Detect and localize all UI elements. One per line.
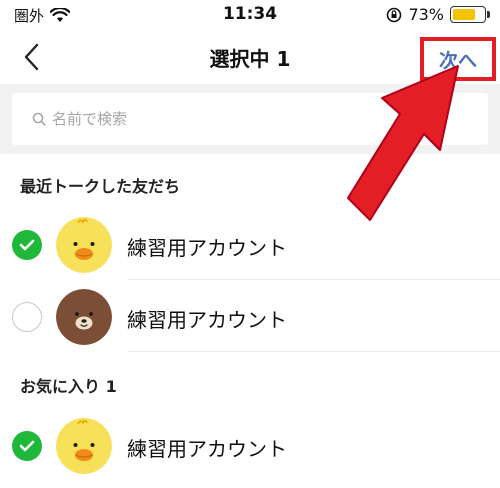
status-right: 73% [386, 5, 490, 24]
checked-icon[interactable] [12, 431, 42, 461]
section-header-favorites: お気に入り 1 [20, 377, 117, 396]
friend-name: 練習用アカウント [127, 437, 287, 461]
friend-name: 練習用アカウント [127, 236, 287, 260]
battery-icon [450, 6, 490, 23]
sally-chick-avatar [56, 217, 112, 273]
battery-fill [453, 9, 475, 20]
row-divider [127, 351, 500, 352]
friend-row[interactable]: 練習用アカウント [0, 411, 500, 481]
battery-percent: 73% [408, 5, 444, 24]
section-header-recent: 最近トークした友だち [20, 177, 181, 196]
friend-name: 練習用アカウント [127, 308, 287, 332]
brown-bear-avatar [56, 289, 112, 345]
annotation-arrow-icon [347, 65, 459, 221]
sally-chick-avatar [56, 418, 112, 474]
checked-icon[interactable] [12, 230, 42, 260]
search-icon [32, 112, 46, 126]
row-divider [127, 279, 500, 280]
status-bar: 圏外 11:34 73% [0, 0, 500, 30]
unchecked-icon[interactable] [12, 302, 42, 332]
orientation-lock-icon [387, 7, 402, 22]
friend-row[interactable]: 練習用アカウント [0, 281, 500, 352]
